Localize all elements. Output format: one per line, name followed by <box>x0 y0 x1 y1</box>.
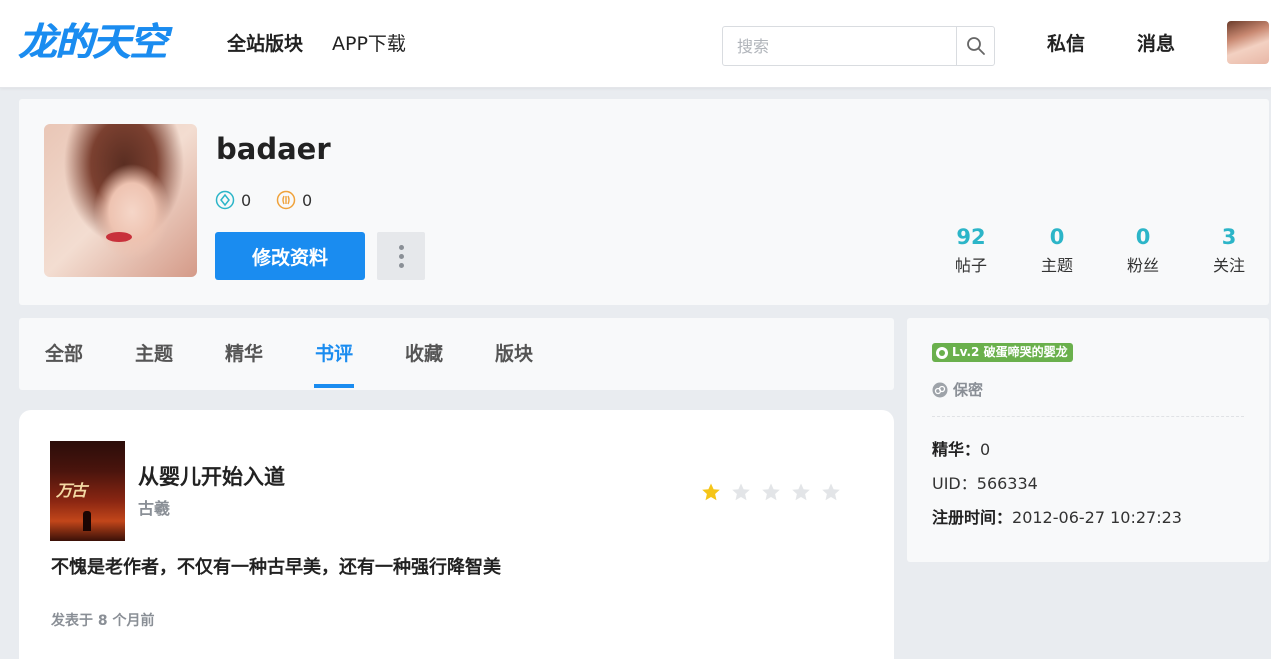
info-featured-label: 精华： <box>932 440 981 459</box>
stat-following-value: 3 <box>1221 225 1237 249</box>
profile-tabs: 全部 主题 精华 书评 收藏 版块 <box>19 318 894 390</box>
nav-app-download[interactable]: APP下载 <box>332 32 406 56</box>
review-text: 不愧是老作者，不仅有一种古早美，还有一种强行降智美 <box>51 557 501 578</box>
gender-icon <box>932 382 948 397</box>
star-empty-icon <box>762 483 780 501</box>
info-featured-value: 0 <box>980 440 991 459</box>
book-review-card[interactable]: 万古 从婴儿开始入道 古羲 不愧是老作者，不仅有一种古早美，还有一种强行降智美 … <box>19 410 894 659</box>
book-author[interactable]: 古羲 <box>138 499 170 519</box>
info-uid: UID：566334 <box>932 473 1038 495</box>
search-input[interactable] <box>723 27 956 65</box>
info-uid-value: 566334 <box>976 474 1038 493</box>
private-messages-link[interactable]: 私信 <box>1047 32 1085 56</box>
more-options-button[interactable] <box>377 232 425 280</box>
stat-fans-value: 0 <box>1135 225 1151 249</box>
stat-fans-label: 粉丝 <box>1126 256 1159 275</box>
star-empty-icon <box>822 483 840 501</box>
diamond-icon <box>215 190 235 210</box>
star-empty-icon <box>732 483 750 501</box>
stat-posts-label: 帖子 <box>954 256 987 275</box>
gender-value: 保密 <box>953 381 984 399</box>
coin-icon <box>276 190 296 210</box>
stat-fans[interactable]: 0 粉丝 <box>1103 224 1183 276</box>
tab-book-reviews[interactable]: 书评 <box>315 342 353 366</box>
review-timestamp: 发表于 8 个月前 <box>51 613 155 629</box>
coin-count: 0 <box>302 190 313 210</box>
gender-info: 保密 <box>932 379 983 400</box>
level-badge: Lv.2 破蛋啼哭的婴龙 <box>932 343 1073 362</box>
stat-topics-value: 0 <box>1049 225 1065 249</box>
stat-topics-label: 主题 <box>1040 256 1073 275</box>
more-dots-icon <box>398 244 404 250</box>
search-icon <box>967 37 985 55</box>
profile-sidebar: Lv.2 破蛋啼哭的婴龙 保密 精华：0 UID：566334 注册时间：201… <box>907 318 1269 562</box>
user-avatar-small[interactable] <box>1227 21 1269 64</box>
diamond-stat: 0 <box>215 189 251 211</box>
profile-avatar <box>44 124 197 277</box>
info-uid-label: UID： <box>932 474 977 493</box>
tab-boards[interactable]: 版块 <box>495 342 533 366</box>
tab-featured[interactable]: 精华 <box>225 342 263 366</box>
search-button[interactable] <box>956 27 995 65</box>
notifications-link[interactable]: 消息 <box>1137 32 1175 56</box>
top-header: 龙的天空 全站版块 APP下载 私信 消息 <box>0 0 1271 88</box>
coin-stat: 0 <box>276 189 312 211</box>
stat-following-label: 关注 <box>1212 256 1245 275</box>
active-tab-indicator <box>314 384 354 388</box>
level-egg-icon <box>936 346 948 359</box>
level-badge-text: Lv.2 破蛋啼哭的婴龙 <box>952 345 1068 359</box>
search-box <box>722 26 995 66</box>
info-register-label: 注册时间： <box>932 508 1013 527</box>
book-title[interactable]: 从婴儿开始入道 <box>138 463 285 491</box>
info-featured: 精华：0 <box>932 439 990 461</box>
info-register-time: 注册时间：2012-06-27 10:27:23 <box>932 507 1182 529</box>
stat-topics[interactable]: 0 主题 <box>1017 224 1097 276</box>
diamond-count: 0 <box>241 190 252 210</box>
sidebar-divider <box>932 416 1244 417</box>
stat-posts-value: 92 <box>956 225 986 249</box>
profile-card: badaer 0 0 修改资料 92 帖子 0 主题 0 粉丝 3 关注 <box>19 99 1269 305</box>
tab-all[interactable]: 全部 <box>45 342 83 366</box>
site-logo[interactable]: 龙的天空 <box>18 20 167 64</box>
stat-posts[interactable]: 92 帖子 <box>931 224 1011 276</box>
stat-following[interactable]: 3 关注 <box>1189 224 1269 276</box>
book-cover-image[interactable]: 万古 <box>50 441 125 541</box>
username: badaer <box>216 132 331 166</box>
tab-topics[interactable]: 主题 <box>135 342 173 366</box>
nav-all-boards[interactable]: 全站版块 <box>227 32 303 56</box>
info-register-value: 2012-06-27 10:27:23 <box>1012 508 1182 527</box>
star-rating <box>701 482 841 502</box>
tab-favorites[interactable]: 收藏 <box>405 342 443 366</box>
star-empty-icon <box>792 483 810 501</box>
star-filled-icon <box>702 483 720 501</box>
edit-profile-button[interactable]: 修改资料 <box>215 232 365 280</box>
